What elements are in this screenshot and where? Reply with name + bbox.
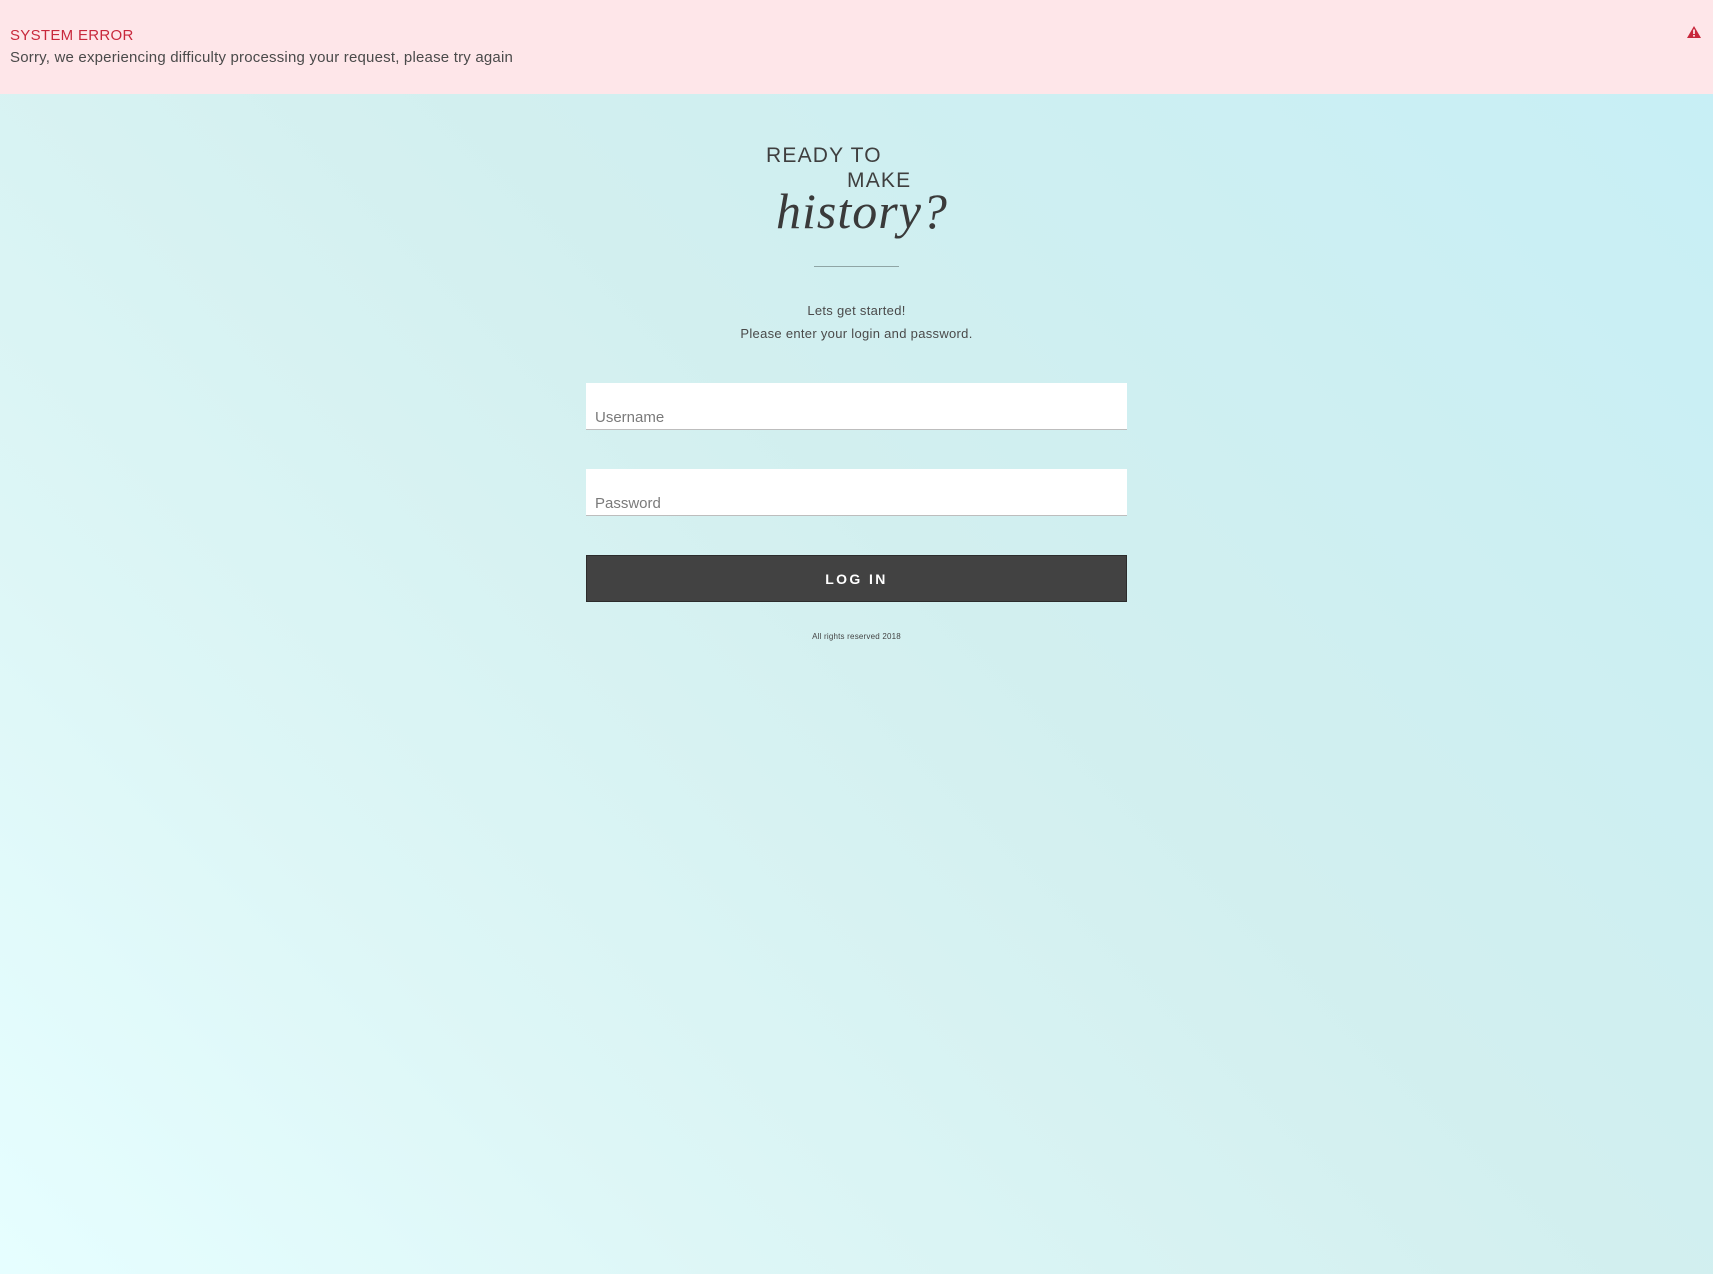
error-banner: SYSTEM ERROR Sorry, we experiencing diff…	[0, 0, 1713, 94]
username-input[interactable]	[586, 383, 1127, 430]
intro-greeting: Lets get started!	[807, 303, 906, 318]
hero-line-history: history?	[776, 183, 948, 239]
password-input[interactable]	[586, 469, 1127, 516]
hero-line-ready-to: READY TO	[766, 144, 882, 167]
error-title: SYSTEM ERROR	[10, 27, 134, 44]
divider	[814, 266, 899, 267]
error-message: Sorry, we experiencing difficulty proces…	[10, 49, 514, 66]
footer-copyright: All rights reserved 2018	[812, 632, 901, 641]
warning-icon	[1687, 26, 1701, 38]
hero-heading: READY TO MAKE history?	[0, 140, 1713, 250]
login-button[interactable]: LOG IN	[586, 555, 1127, 602]
intro-instructions: Please enter your login and password.	[740, 326, 973, 341]
